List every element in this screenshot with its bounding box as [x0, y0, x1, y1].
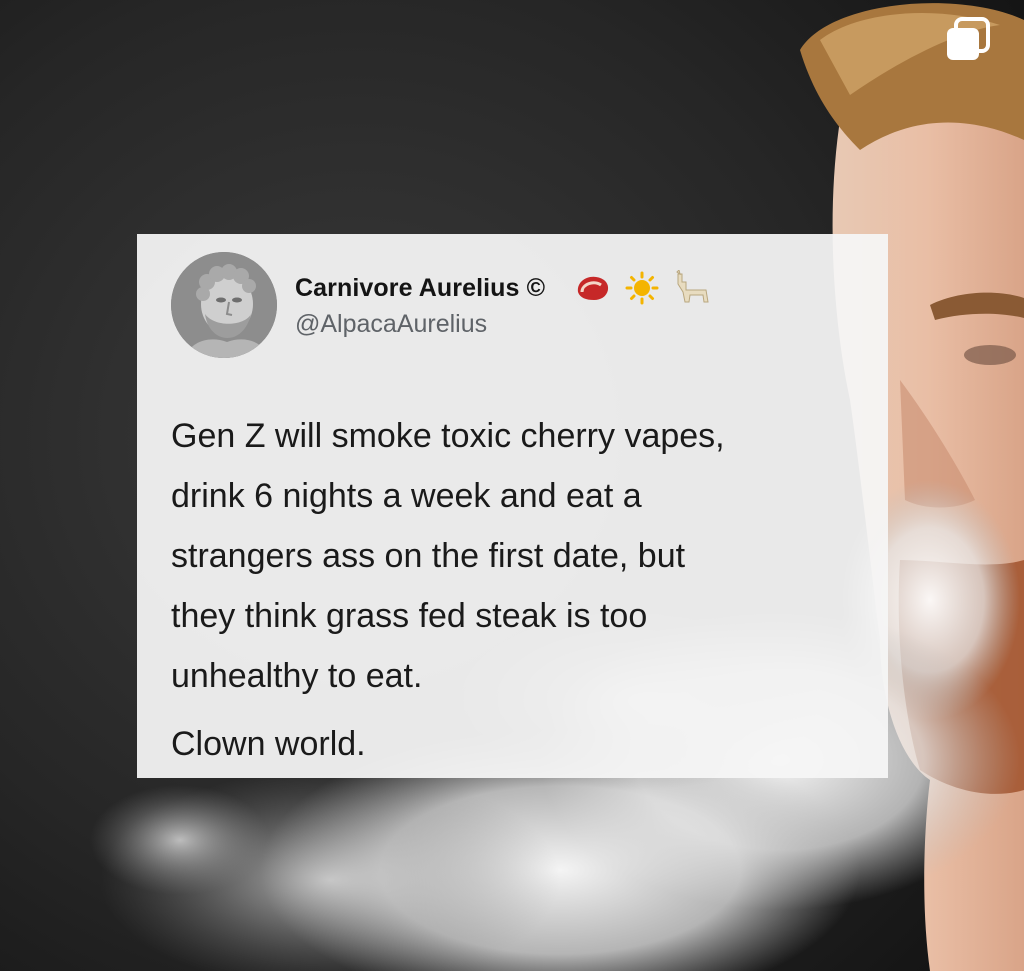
llama-icon	[676, 270, 709, 303]
tweet-line: drink 6 nights a week and eat a	[171, 477, 642, 515]
steak-icon	[577, 276, 609, 300]
tweet-signoff: Clown world.	[171, 725, 366, 763]
tweet-line: strangers ass on the first date, but	[171, 537, 686, 575]
avatar[interactable]	[171, 252, 277, 358]
tweet-line: unhealthy to eat.	[171, 657, 423, 695]
marble-bust-icon	[171, 252, 277, 358]
author-display-name[interactable]: Carnivore Aurelius ©	[295, 274, 545, 303]
tweet-text: Gen Z will smoke toxic cherry vapes, dri…	[171, 406, 871, 774]
author-handle[interactable]: @AlpacaAurelius	[295, 310, 487, 339]
tweet-line: they think grass fed steak is too	[171, 597, 648, 635]
tweet-line: Gen Z will smoke toxic cherry vapes,	[171, 417, 725, 455]
multiple-images-icon	[947, 17, 990, 60]
sun-icon	[625, 271, 659, 305]
tweet-card: Carnivore Aurelius © @AlpacaAurelius Gen…	[137, 234, 888, 778]
name-emoji-group	[577, 270, 709, 305]
